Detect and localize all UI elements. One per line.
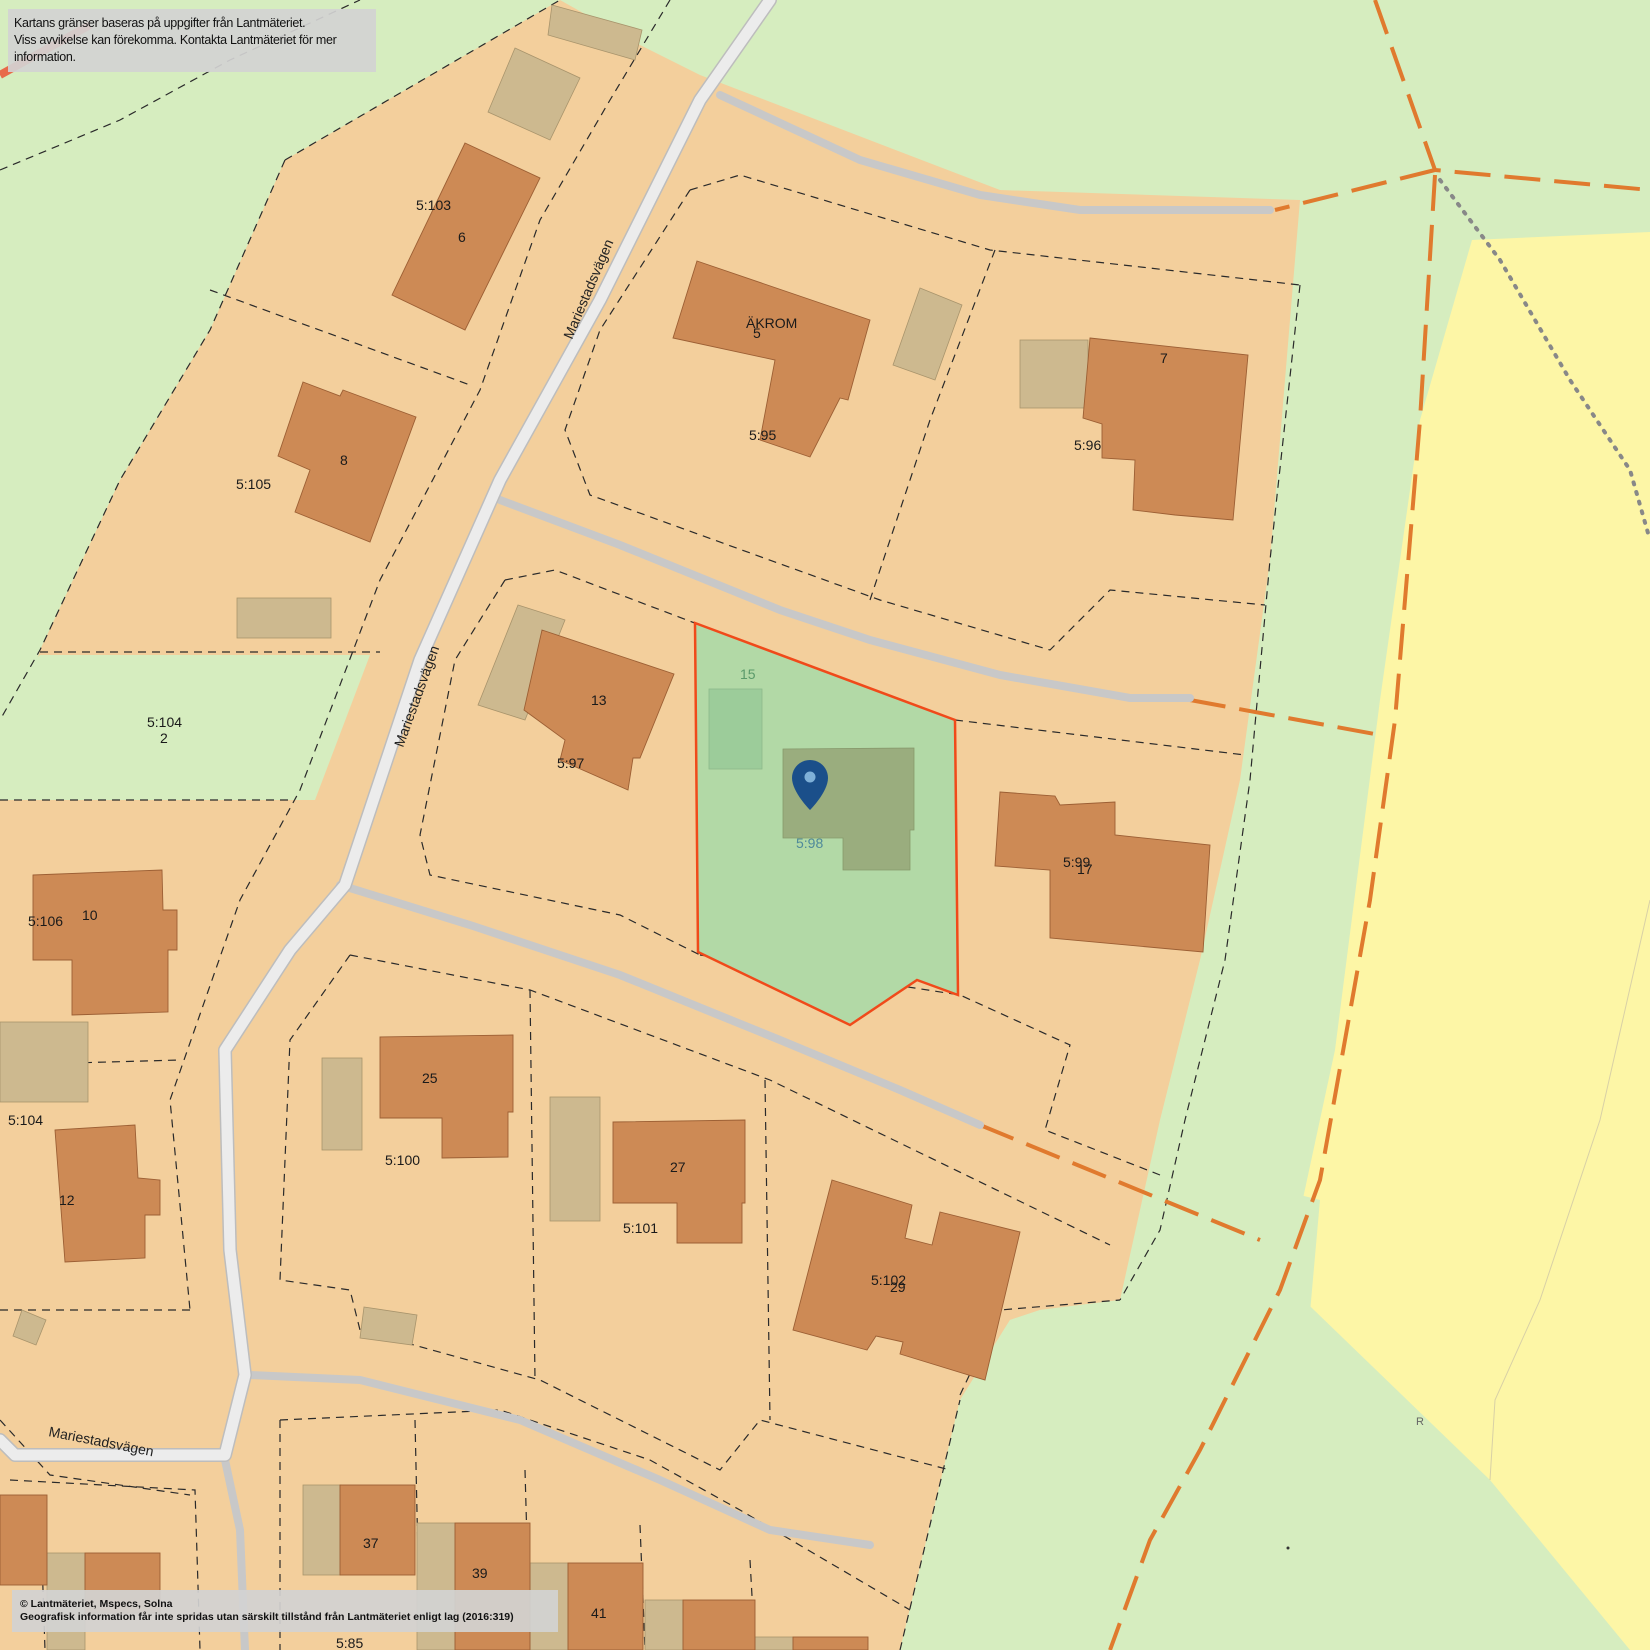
selected-outbuilding xyxy=(708,688,763,770)
house-number-2: 2 xyxy=(160,730,168,746)
house-number-25: 25 xyxy=(422,1070,438,1086)
copyright-line-1: © Lantmäteriet, Mspecs, Solna xyxy=(20,1598,173,1610)
house-number-17: 17 xyxy=(1077,861,1093,877)
house-number-37: 37 xyxy=(363,1535,379,1551)
house-number-5: 5 xyxy=(753,325,761,341)
house-number-12: 12 xyxy=(59,1192,75,1208)
parcel-label-5-97: 5:97 xyxy=(557,755,584,771)
copyright-notice: © Lantmäteriet, Mspecs, Solna Geografisk… xyxy=(12,1590,558,1632)
house-number-6: 6 xyxy=(458,229,466,245)
parcel-label-5-106: 5:106 xyxy=(28,913,63,929)
house-number-39: 39 xyxy=(472,1565,488,1581)
parcel-label-5-104a: 5:104 xyxy=(147,714,182,730)
selected-parcel-label: 5:98 xyxy=(796,835,823,851)
parcel-label-5-100: 5:100 xyxy=(385,1152,420,1168)
green-parcel-5-104 xyxy=(0,655,370,800)
house-number-41: 41 xyxy=(591,1605,607,1621)
parcel-label-5-85: 5:85 xyxy=(336,1635,363,1650)
house-number-10: 10 xyxy=(82,907,98,923)
parcel-label-5-96: 5:96 xyxy=(1074,437,1101,453)
parcel-label-5-95: 5:95 xyxy=(749,427,776,443)
house-number-29: 29 xyxy=(890,1279,906,1295)
map-disclaimer: Kartans gränser baseras på uppgifter frå… xyxy=(8,9,376,72)
house-number-7: 7 xyxy=(1160,350,1168,366)
parcel-label-5-105: 5:105 xyxy=(236,476,271,492)
disclaimer-line-2: Viss avvikelse kan förekomma. Kontakta L… xyxy=(14,33,337,64)
copyright-line-2: Geografisk information får inte spridas … xyxy=(20,1611,514,1623)
house-number-13: 13 xyxy=(591,692,607,708)
map-point-marker xyxy=(1286,1546,1290,1550)
parcel-label-5-104b: 5:104 xyxy=(8,1112,43,1128)
house-number-27: 27 xyxy=(670,1159,686,1175)
house-number-8: 8 xyxy=(340,452,348,468)
selected-house-number: 15 xyxy=(740,666,756,682)
label-r-mark: R xyxy=(1416,1416,1424,1428)
parcel-label-5-103: 5:103 xyxy=(416,197,451,213)
property-map[interactable]: 5:103 6 5:105 8 5:104 2 5:106 10 5:104 1… xyxy=(0,0,1650,1650)
parcel-label-5-101: 5:101 xyxy=(623,1220,658,1236)
disclaimer-line-1: Kartans gränser baseras på uppgifter frå… xyxy=(14,16,306,30)
